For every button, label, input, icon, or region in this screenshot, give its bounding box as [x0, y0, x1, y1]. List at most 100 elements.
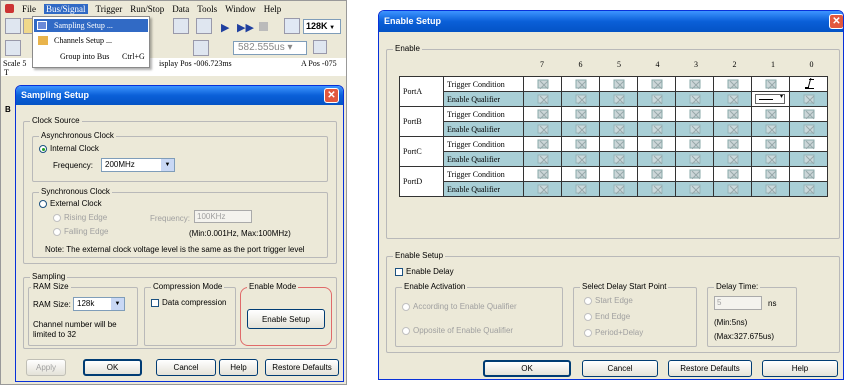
menu-bus-signal[interactable]: Bus/Signal — [44, 3, 88, 14]
qualifier-cell[interactable] — [713, 121, 752, 137]
trigger-cell[interactable] — [675, 166, 714, 182]
clear-icon[interactable] — [313, 40, 327, 54]
home-icon[interactable] — [5, 40, 21, 56]
help-button[interactable]: Help — [219, 359, 258, 376]
close-icon[interactable]: ✕ — [829, 14, 843, 29]
trigger-cell[interactable] — [561, 76, 600, 92]
qualifier-cell[interactable] — [789, 121, 828, 137]
qualifier-cell[interactable] — [523, 151, 562, 167]
trigger-cell[interactable] — [561, 166, 600, 182]
trigger-cell[interactable] — [751, 166, 790, 182]
menu-tools[interactable]: Tools — [197, 4, 217, 14]
internal-clock-radio[interactable]: Internal Clock — [39, 144, 99, 153]
qualifier-cell[interactable] — [751, 121, 790, 137]
sync-frequency-input[interactable]: 100KHz — [194, 210, 252, 223]
trigger-cell[interactable] — [599, 76, 638, 92]
menu-item-channels-setup[interactable]: Channels Setup ... — [34, 34, 148, 47]
qualifier-cell[interactable] — [637, 151, 676, 167]
trigger-cell[interactable] — [713, 76, 752, 92]
data-compression-checkbox[interactable]: Data compression — [151, 298, 226, 307]
trigger-cell[interactable] — [637, 106, 676, 122]
start-edge-radio[interactable]: Start Edge — [584, 296, 633, 305]
trigger-cell[interactable] — [599, 166, 638, 182]
trigger-cell[interactable] — [713, 166, 752, 182]
cancel-button[interactable]: Cancel — [582, 360, 658, 377]
trigger-cell[interactable] — [751, 106, 790, 122]
menu-trigger[interactable]: Trigger — [96, 4, 123, 14]
qualifier-cell[interactable] — [523, 121, 562, 137]
qualifier-cell[interactable] — [599, 151, 638, 167]
qualifier-cell[interactable] — [789, 151, 828, 167]
qualifier-cell[interactable] — [675, 121, 714, 137]
ram-size-select[interactable]: 128k ▼ — [73, 297, 125, 311]
qualifier-cell[interactable] — [599, 121, 638, 137]
trigger-cell[interactable] — [675, 136, 714, 152]
qualifier-cell[interactable] — [561, 151, 600, 167]
cancel-button[interactable]: Cancel — [156, 359, 216, 376]
run-repeat-icon[interactable]: ▶▶ — [237, 21, 254, 34]
qualifier-cell[interactable] — [523, 91, 562, 107]
trigger-cell[interactable] — [599, 106, 638, 122]
qualifier-cell[interactable] — [637, 121, 676, 137]
enable-delay-checkbox[interactable]: Enable Delay — [395, 267, 454, 276]
trigger-cell[interactable] — [561, 106, 600, 122]
menu-item-sampling-setup[interactable]: Sampling Setup ... — [34, 19, 148, 32]
trigger-cell[interactable] — [637, 166, 676, 182]
stop-icon[interactable] — [259, 22, 268, 31]
trigger-cell[interactable] — [675, 76, 714, 92]
qualifier-cell[interactable] — [561, 181, 600, 197]
menu-item-group-into-bus[interactable]: Group into Bus Ctrl+G — [34, 50, 148, 63]
period-delay-radio[interactable]: Period+Delay — [584, 328, 643, 337]
end-edge-radio[interactable]: End Edge — [584, 312, 630, 321]
qualifier-cell[interactable] — [789, 181, 828, 197]
trigger-cell[interactable] — [675, 106, 714, 122]
qualifier-cell[interactable] — [789, 91, 828, 107]
qualifier-cell[interactable] — [751, 181, 790, 197]
close-icon[interactable]: ✕ — [324, 88, 339, 103]
enable-setup-button[interactable]: Enable Setup — [247, 309, 325, 329]
trigger-cell[interactable] — [523, 136, 562, 152]
cursor-icon[interactable] — [173, 18, 189, 34]
qualifier-cell[interactable] — [713, 91, 752, 107]
menu-file[interactable]: File — [22, 4, 36, 14]
qualifier-cell[interactable] — [675, 151, 714, 167]
qualifier-cell[interactable] — [637, 181, 676, 197]
qualifier-cell[interactable] — [637, 91, 676, 107]
ok-button[interactable]: OK — [483, 360, 571, 377]
chart-icon[interactable] — [196, 18, 212, 34]
menu-run-stop[interactable]: Run/Stop — [130, 4, 164, 14]
restore-defaults-button[interactable]: Restore Defaults — [265, 359, 339, 376]
trigger-cell[interactable] — [523, 76, 562, 92]
qualifier-cell[interactable] — [599, 91, 638, 107]
run-icon[interactable]: ▶ — [221, 21, 229, 34]
menu-help[interactable]: Help — [264, 4, 282, 14]
trigger-cell[interactable] — [523, 166, 562, 182]
frequency-select[interactable]: 200MHz ▼ — [101, 158, 175, 172]
new-file-icon[interactable] — [5, 18, 21, 34]
trigger-cell[interactable] — [713, 106, 752, 122]
delay-time-input[interactable]: 5 — [714, 296, 762, 310]
external-clock-radio[interactable]: External Clock — [39, 199, 102, 208]
trigger-cell[interactable] — [751, 136, 790, 152]
trigger-cell[interactable] — [789, 106, 828, 122]
qualifier-cell[interactable]: ▾ — [751, 91, 790, 107]
menu-data[interactable]: Data — [172, 4, 189, 14]
qualifier-cell[interactable] — [561, 91, 600, 107]
rising-edge-radio[interactable]: Rising Edge — [53, 213, 107, 222]
qualifier-cell[interactable] — [713, 181, 752, 197]
trigger-cell[interactable] — [637, 76, 676, 92]
qualifier-cell[interactable] — [713, 151, 752, 167]
trigger-cell[interactable] — [751, 76, 790, 92]
trigger-cell[interactable] — [789, 136, 828, 152]
trigger-cell[interactable] — [713, 136, 752, 152]
help-button[interactable]: Help — [762, 360, 838, 377]
trigger-cell[interactable] — [523, 106, 562, 122]
time-value-field[interactable]: 582.555us ▾ — [233, 41, 307, 55]
qualifier-cell[interactable] — [523, 181, 562, 197]
qualifier-cell[interactable] — [675, 91, 714, 107]
trigger-cell[interactable] — [561, 136, 600, 152]
restore-defaults-button[interactable]: Restore Defaults — [668, 360, 752, 377]
activation-according-radio[interactable]: According to Enable Qualifier — [402, 302, 517, 311]
menu-window[interactable]: Window — [225, 4, 256, 14]
falling-edge-radio[interactable]: Falling Edge — [53, 227, 108, 236]
